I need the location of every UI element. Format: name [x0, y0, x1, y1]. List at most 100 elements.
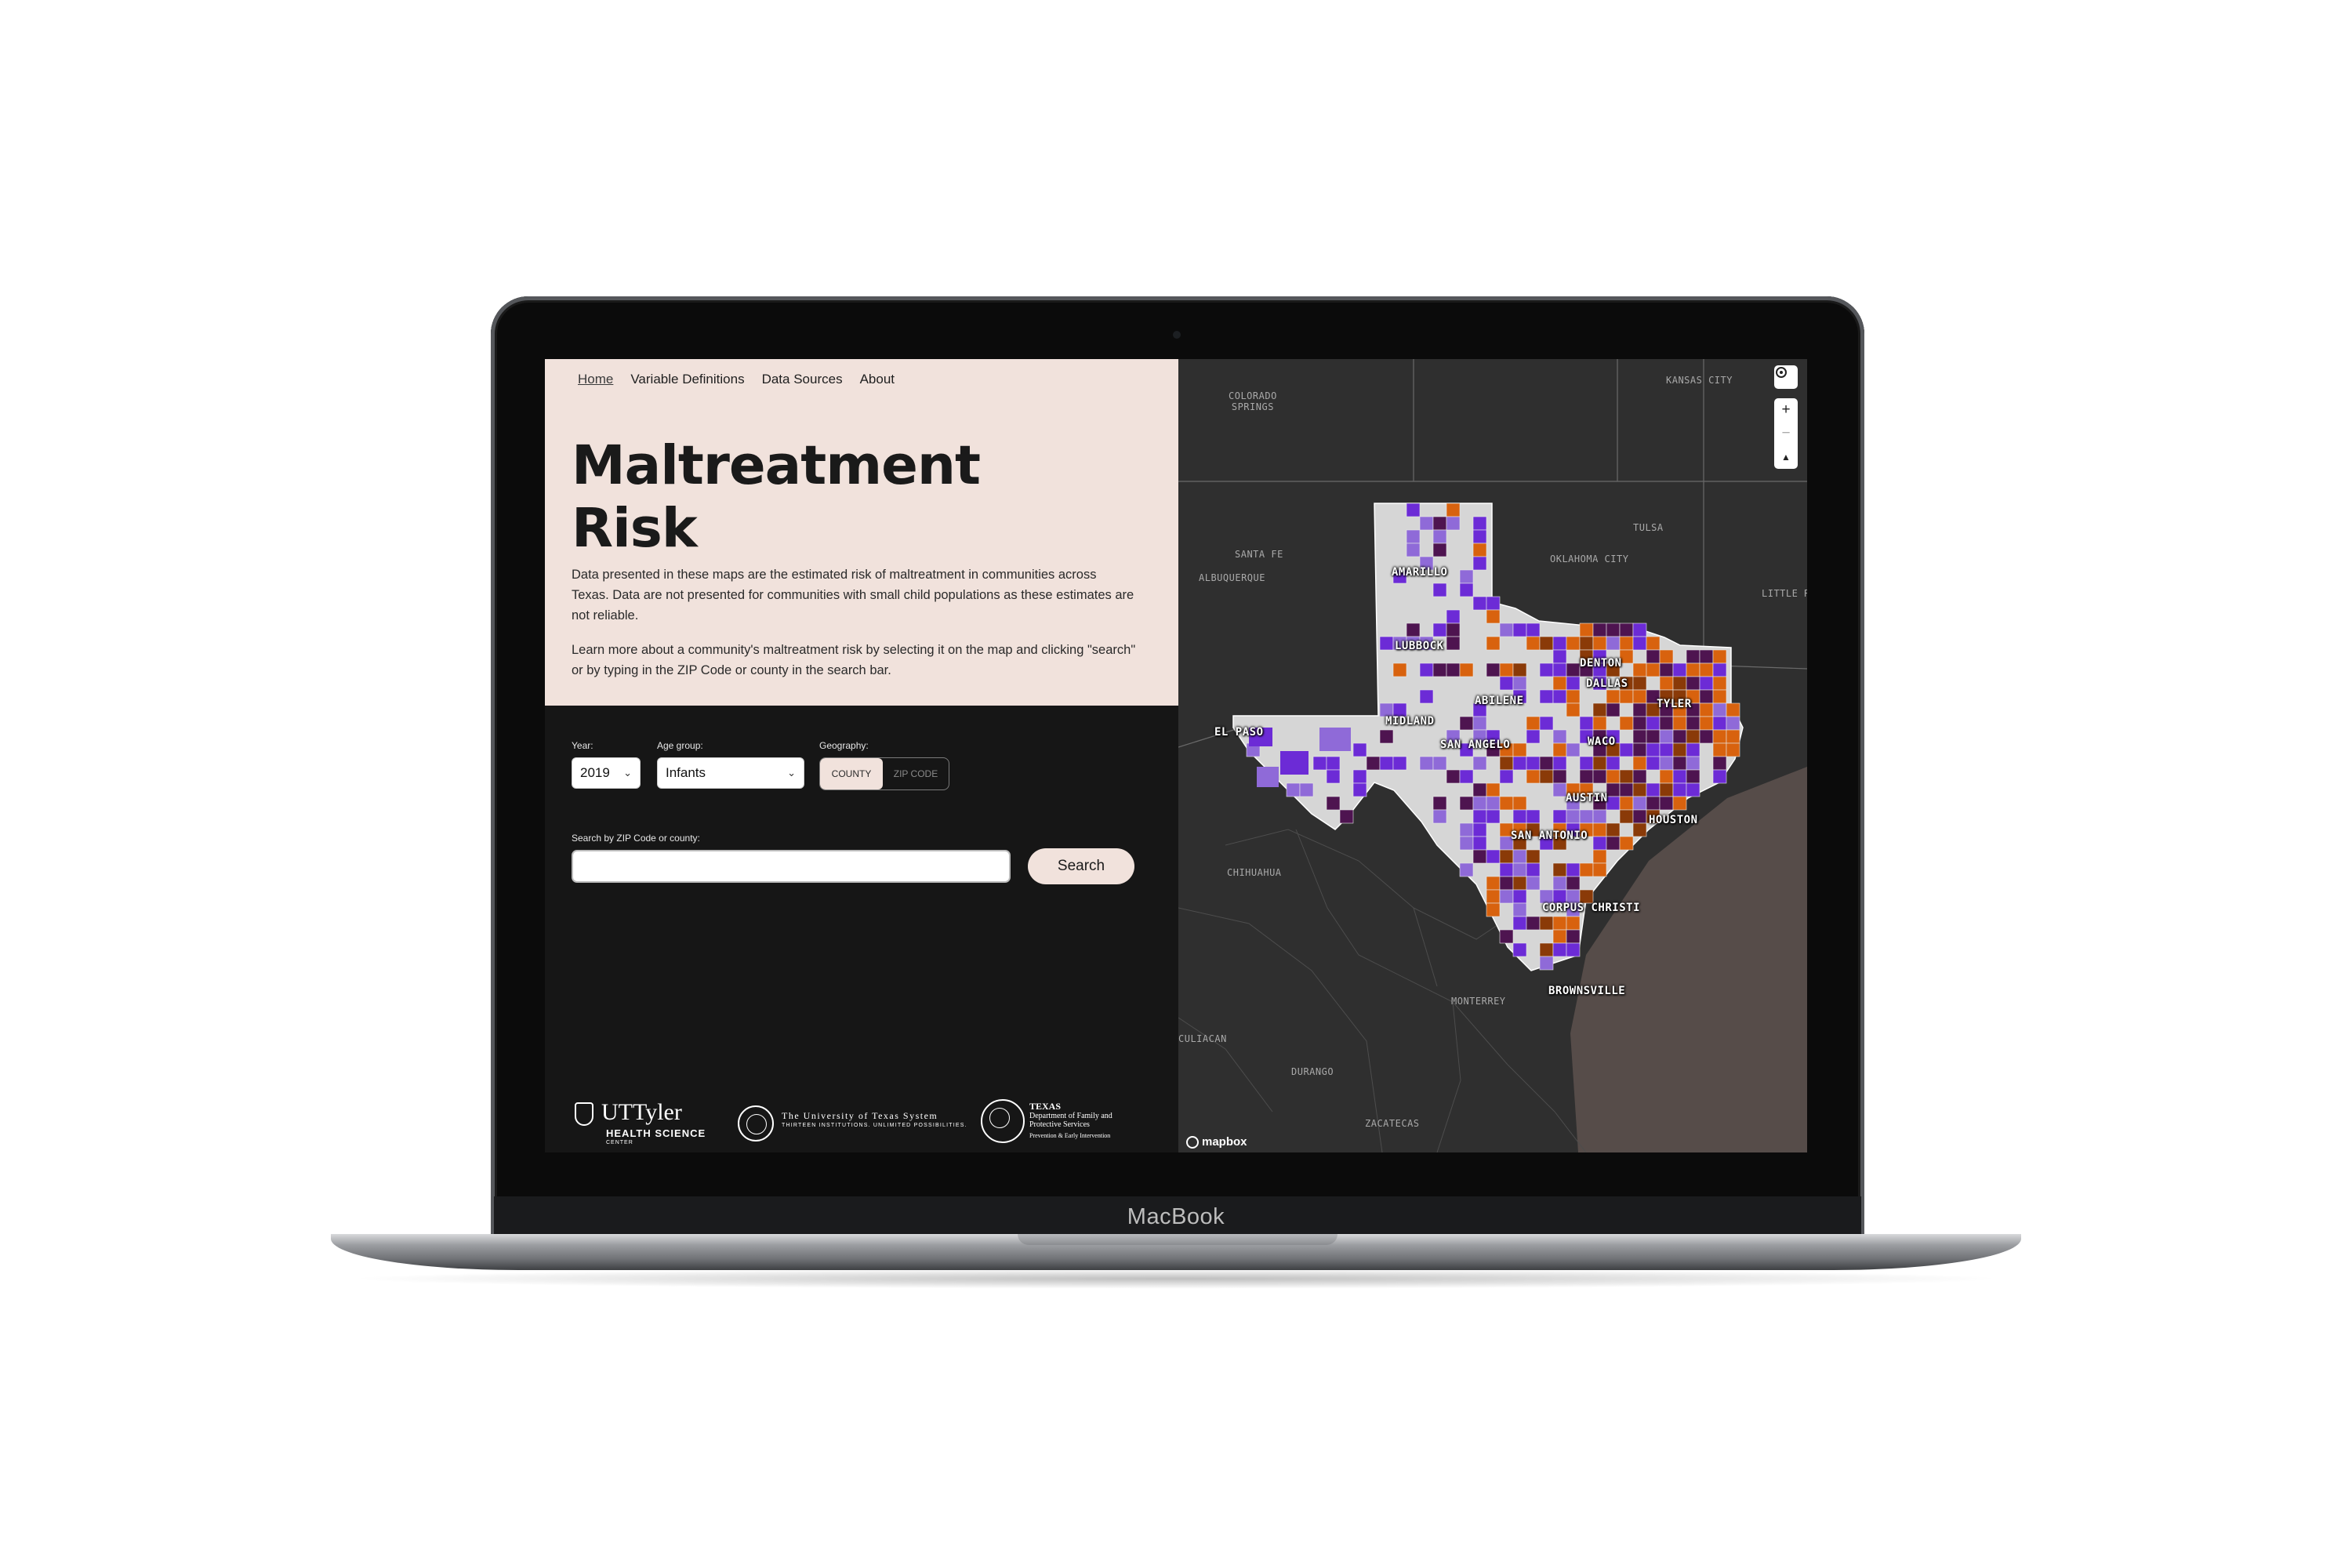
county-cell[interactable]: [1566, 662, 1581, 677]
search-input[interactable]: [572, 850, 1011, 883]
county-cell[interactable]: [1459, 796, 1474, 811]
county-cell[interactable]: [1526, 756, 1541, 771]
county-cell[interactable]: [1512, 809, 1527, 824]
county-cell[interactable]: [1472, 543, 1487, 557]
county-cell[interactable]: [1712, 769, 1727, 784]
county-cell[interactable]: [1512, 876, 1527, 891]
county-cell[interactable]: [1592, 822, 1607, 837]
county-cell[interactable]: [1606, 782, 1621, 797]
county-cell[interactable]: [1459, 769, 1474, 784]
county-cell[interactable]: [1379, 756, 1394, 771]
county-cell[interactable]: [1539, 636, 1554, 651]
county-cell[interactable]: [1606, 689, 1621, 704]
county-cell[interactable]: [1592, 622, 1607, 637]
county-cell[interactable]: [1619, 742, 1634, 757]
county-cell[interactable]: [1712, 742, 1727, 757]
county-cell[interactable]: [1552, 862, 1567, 877]
county-cell[interactable]: [1472, 822, 1487, 837]
county-cell[interactable]: [1459, 583, 1474, 597]
county-cell[interactable]: [1446, 769, 1461, 784]
county-cell[interactable]: [1566, 689, 1581, 704]
county-cell[interactable]: [1539, 689, 1554, 704]
county-cell[interactable]: [1632, 809, 1647, 824]
county-cell[interactable]: [1619, 809, 1634, 824]
county-cell[interactable]: [1592, 836, 1607, 851]
county-cell[interactable]: [1712, 662, 1727, 677]
county-cell[interactable]: [1606, 769, 1621, 784]
geography-county-option[interactable]: COUNTY: [820, 758, 883, 789]
county-cell[interactable]: [1632, 742, 1647, 757]
county-cell[interactable]: [1712, 689, 1727, 704]
county-cell[interactable]: [1539, 662, 1554, 677]
county-cell[interactable]: [1566, 742, 1581, 757]
county-cell[interactable]: [1659, 662, 1674, 677]
county-cell[interactable]: [1646, 782, 1661, 797]
county-cell[interactable]: [1526, 916, 1541, 931]
county-cell[interactable]: [1632, 822, 1647, 837]
county-cell[interactable]: [1712, 756, 1727, 771]
county-cell[interactable]: [1512, 662, 1527, 677]
county-cell[interactable]: [1699, 689, 1714, 704]
county-cell[interactable]: [1699, 702, 1714, 717]
county-cell[interactable]: [1592, 849, 1607, 864]
county-cell[interactable]: [1539, 916, 1554, 931]
county-cell[interactable]: [1459, 569, 1474, 584]
county-cell[interactable]: [1486, 596, 1501, 611]
county-cell[interactable]: [1619, 689, 1634, 704]
county-cell[interactable]: [1552, 782, 1567, 797]
county-cell[interactable]: [1486, 902, 1501, 917]
county-cell[interactable]: [1699, 649, 1714, 664]
county-cell[interactable]: [1592, 809, 1607, 824]
age-group-select[interactable]: Infants ⌄: [657, 757, 804, 789]
county-cell[interactable]: [1579, 636, 1594, 651]
county-cell[interactable]: [1512, 742, 1527, 757]
county-cell[interactable]: [1432, 583, 1447, 597]
county-cell[interactable]: [1326, 769, 1341, 784]
county-cell[interactable]: [1432, 529, 1447, 544]
county-cell[interactable]: [1379, 636, 1394, 651]
choropleth-map[interactable]: COLORADO SPRINGS KANSAS CITY SANTA FE AL…: [1178, 359, 1807, 1152]
county-cell[interactable]: [1406, 543, 1421, 557]
county-cell[interactable]: [1699, 716, 1714, 731]
county-cell[interactable]: [1712, 649, 1727, 664]
county-cell[interactable]: [1472, 809, 1487, 824]
county-cell[interactable]: [1632, 769, 1647, 784]
county-cell[interactable]: [1512, 889, 1527, 904]
county-cell[interactable]: [1539, 956, 1554, 971]
geography-zip-option[interactable]: ZIP CODE: [883, 758, 949, 789]
crosshair-icon[interactable]: [1774, 365, 1798, 389]
county-cell[interactable]: [1566, 942, 1581, 957]
county-cell[interactable]: [1392, 756, 1407, 771]
county-cell[interactable]: [1659, 676, 1674, 691]
county-cell[interactable]: [1592, 756, 1607, 771]
county-cell[interactable]: [1499, 796, 1514, 811]
county-cell[interactable]: [1619, 796, 1634, 811]
county-cell[interactable]: [1339, 809, 1354, 824]
county-cell[interactable]: [1579, 622, 1594, 637]
county-cell[interactable]: [1552, 729, 1567, 744]
county-cell[interactable]: [1499, 929, 1514, 944]
county-cell[interactable]: [1352, 769, 1367, 784]
county-cell[interactable]: [1646, 796, 1661, 811]
county-cell[interactable]: [1606, 636, 1621, 651]
geolocate-control[interactable]: [1774, 365, 1798, 389]
county-cell[interactable]: [1499, 876, 1514, 891]
county-cell[interactable]: [1552, 769, 1567, 784]
county-cell[interactable]: [1486, 809, 1501, 824]
county-cell[interactable]: [1632, 636, 1647, 651]
county-cell[interactable]: [1446, 609, 1461, 624]
county-cell[interactable]: [1686, 649, 1700, 664]
county-cell[interactable]: [1486, 636, 1501, 651]
county-cell[interactable]: [1472, 756, 1487, 771]
county-cell[interactable]: [1606, 622, 1621, 637]
county-cell[interactable]: [1619, 782, 1634, 797]
county-cell[interactable]: [1566, 916, 1581, 931]
county-cell[interactable]: [1579, 716, 1594, 731]
county-cell[interactable]: [1499, 662, 1514, 677]
county-cell[interactable]: [1646, 649, 1661, 664]
county-cell[interactable]: [1606, 756, 1621, 771]
nav-home[interactable]: Home: [578, 372, 613, 387]
county-cell[interactable]: [1672, 729, 1687, 744]
county-cell[interactable]: [1512, 676, 1527, 691]
county-cell[interactable]: [1472, 529, 1487, 544]
